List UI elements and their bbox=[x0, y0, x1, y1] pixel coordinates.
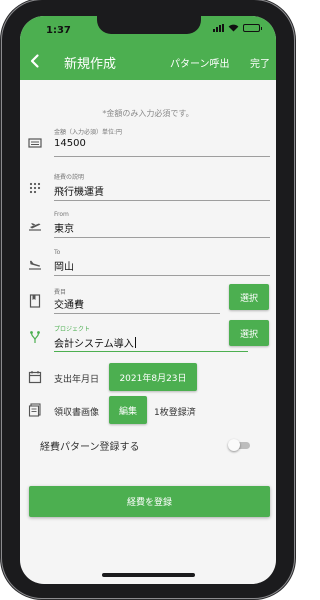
amount-field[interactable]: 金額（入力必須）単位:円 14500 bbox=[54, 127, 270, 157]
app-bar: 新規作成 パターン呼出 完了 bbox=[20, 42, 276, 80]
expense-item-label: 費目 bbox=[54, 289, 67, 296]
project-value: 会計システム導入 bbox=[54, 335, 136, 350]
status-icons bbox=[213, 24, 262, 32]
pattern-toggle-row: 経費パターン登録する bbox=[20, 436, 276, 453]
receipt-row: 領収書画像 編集 1枚登録済 bbox=[20, 396, 276, 426]
description-icon bbox=[29, 182, 41, 194]
notch bbox=[97, 16, 201, 34]
description-field[interactable]: 経費の説明 飛行機運賃 bbox=[54, 168, 270, 201]
toggle-thumb bbox=[228, 439, 240, 451]
project-select-button[interactable]: 選択 bbox=[229, 320, 269, 346]
payment-date-button[interactable]: 2021年8月23日 bbox=[109, 363, 197, 391]
project-icon bbox=[30, 331, 40, 343]
text-caret bbox=[134, 337, 136, 348]
status-time: 1:37 bbox=[46, 25, 71, 36]
amount-row: 金額（入力必須）単位:円 14500 bbox=[20, 127, 276, 157]
from-field[interactable]: From 東京 bbox=[54, 206, 270, 238]
from-row: From 東京 bbox=[20, 206, 276, 238]
register-expense-button[interactable]: 経費を登録 bbox=[29, 486, 270, 517]
project-value-text: 会計システム導入 bbox=[54, 339, 134, 350]
expense-item-select-button[interactable]: 選択 bbox=[229, 284, 269, 310]
project-field[interactable]: プロジェクト 会計システム導入 bbox=[54, 320, 248, 352]
expense-item-icon bbox=[29, 294, 41, 308]
payment-date-label: 支出年月日 bbox=[54, 375, 100, 385]
description-row: 経費の説明 飛行機運賃 bbox=[20, 168, 276, 201]
expense-item-row: 費目 交通費 選択 bbox=[20, 282, 276, 314]
from-label: From bbox=[54, 211, 69, 218]
to-row: To 岡山 bbox=[20, 244, 276, 276]
receipt-label: 領収書画像 bbox=[54, 408, 100, 418]
done-button[interactable]: 完了 bbox=[250, 55, 270, 70]
amount-value: 14500 bbox=[54, 138, 86, 149]
battery-icon bbox=[243, 24, 262, 32]
to-label: To bbox=[54, 249, 61, 256]
wifi-icon bbox=[228, 24, 239, 32]
expense-item-field[interactable]: 費目 交通費 bbox=[54, 282, 220, 314]
receipt-edit-button[interactable]: 編集 bbox=[109, 396, 147, 424]
back-arrow-icon[interactable] bbox=[26, 52, 44, 70]
screen: 1:37 新規作成 パターン呼出 完了 *金額のみ入力必須です。 金額（入力必須… bbox=[20, 16, 276, 584]
to-value: 岡山 bbox=[54, 262, 74, 273]
receipt-icon bbox=[28, 403, 41, 417]
project-label: プロジェクト bbox=[54, 326, 91, 333]
description-label: 経費の説明 bbox=[54, 174, 85, 181]
pattern-toggle-label: 経費パターン登録する bbox=[40, 442, 140, 453]
amount-label: 金額（入力必須）単位:円 bbox=[54, 129, 123, 136]
amount-icon bbox=[28, 138, 42, 148]
expense-item-value: 交通費 bbox=[54, 300, 84, 311]
calendar-icon bbox=[28, 371, 42, 384]
phone-frame: 1:37 新規作成 パターン呼出 完了 *金額のみ入力必須です。 金額（入力必須… bbox=[2, 0, 294, 598]
pattern-call-button[interactable]: パターン呼出 bbox=[170, 55, 230, 70]
pattern-toggle-switch[interactable] bbox=[228, 439, 250, 451]
arrival-icon bbox=[29, 260, 41, 270]
receipt-count: 1枚登録済 bbox=[154, 408, 196, 418]
signal-icon bbox=[213, 24, 224, 32]
required-note: *金額のみ入力必須です。 bbox=[102, 109, 194, 118]
page-title: 新規作成 bbox=[64, 57, 117, 72]
payment-date-row: 支出年月日 2021年8月23日 bbox=[20, 363, 276, 393]
description-value: 飛行機運賃 bbox=[54, 187, 104, 198]
to-field[interactable]: To 岡山 bbox=[54, 244, 270, 276]
home-indicator bbox=[102, 573, 195, 577]
from-value: 東京 bbox=[54, 224, 74, 235]
departure-icon bbox=[29, 223, 41, 231]
project-row: プロジェクト 会計システム導入 選択 bbox=[20, 320, 276, 352]
